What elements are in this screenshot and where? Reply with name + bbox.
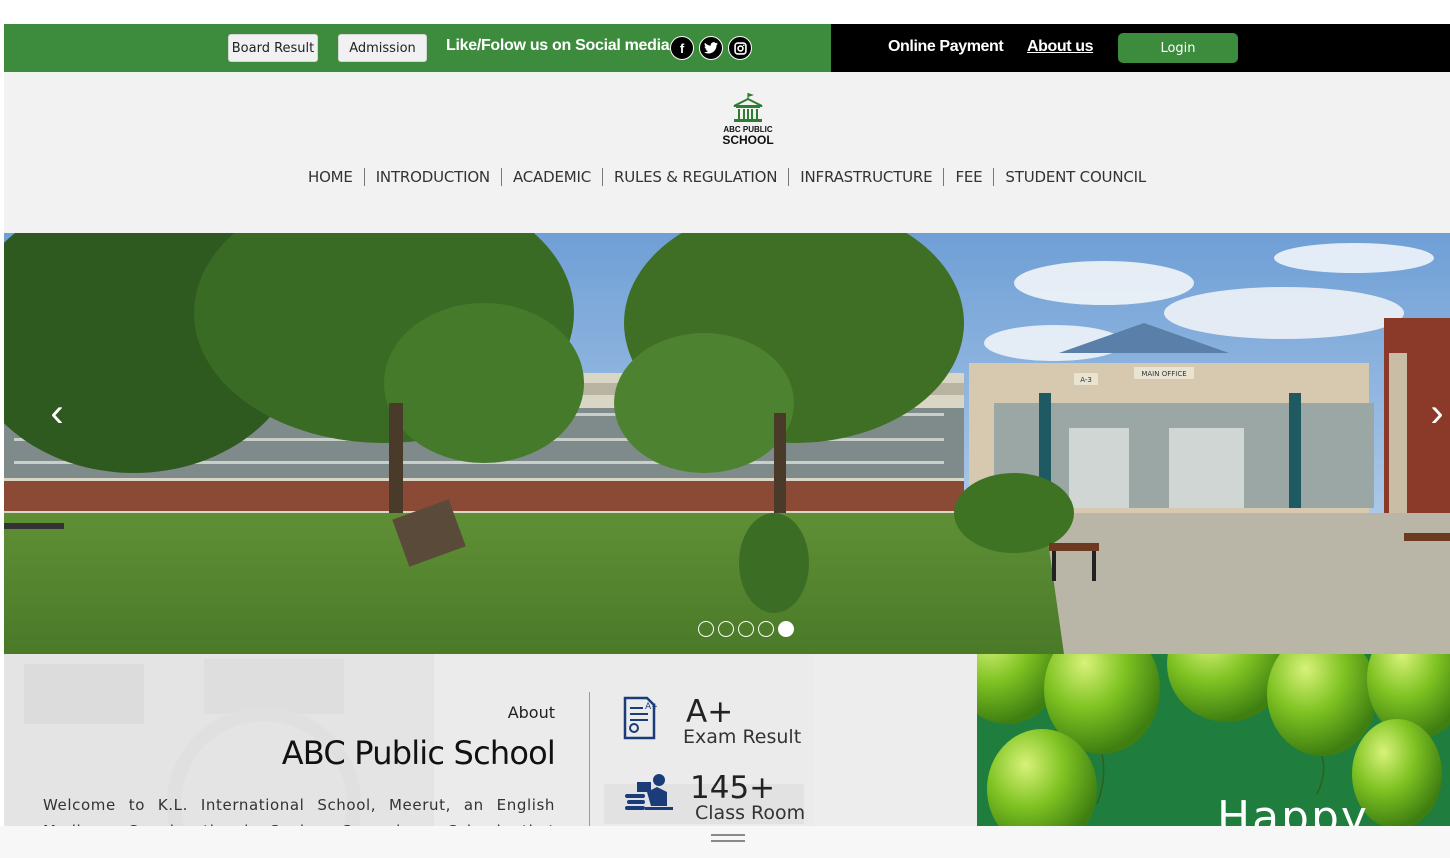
nav-fee[interactable]: FEE <box>944 168 995 186</box>
about-us-link[interactable]: About us <box>1027 38 1094 56</box>
facebook-icon[interactable]: f <box>670 36 694 60</box>
admission-button[interactable]: Admission <box>338 34 427 62</box>
top-bar: Board Result Admission Like/Folow us on … <box>4 24 1450 72</box>
school-logo[interactable]: ABC PUBLIC SCHOOL <box>717 92 779 150</box>
stat-classroom-label: Class Room <box>695 802 806 824</box>
classroom-icon <box>625 774 673 810</box>
slider-dot[interactable] <box>718 621 734 637</box>
drag-handle-icon[interactable] <box>711 834 745 842</box>
slider-dot[interactable] <box>758 621 774 637</box>
instagram-icon[interactable] <box>728 36 752 60</box>
site-header: ABC PUBLIC SCHOOL HOME INTRODUCTION ACAD… <box>4 72 1450 233</box>
svg-text:A+: A+ <box>645 702 657 712</box>
about-section: About ABC Public School Welcome to K.L. … <box>4 654 977 826</box>
slider-dot-active[interactable] <box>778 621 794 637</box>
about-label: About <box>507 703 555 722</box>
slider-prev-icon[interactable]: ‹ <box>42 388 72 438</box>
slider-next-icon[interactable]: › <box>1422 388 1450 438</box>
nav-home[interactable]: HOME <box>297 168 365 186</box>
slider-dot[interactable] <box>738 621 754 637</box>
hero-slider: MAIN OFFICE A-3 ‹ › <box>4 233 1450 654</box>
exam-result-icon: A+ <box>623 696 657 740</box>
board-result-button[interactable]: Board Result <box>228 34 318 62</box>
balloons-image <box>977 654 1450 826</box>
nav-rules-regulation[interactable]: RULES & REGULATION <box>603 168 790 186</box>
slider-dots <box>698 621 794 637</box>
online-payment-link[interactable]: Online Payment <box>888 38 1004 56</box>
main-nav: HOME INTRODUCTION ACADEMIC RULES & REGUL… <box>4 168 1450 186</box>
login-button[interactable]: Login <box>1118 33 1238 63</box>
about-description: Welcome to K.L. International School, Me… <box>43 796 555 826</box>
stat-exam-value: A+ <box>686 694 734 730</box>
stat-exam-label: Exam Result <box>683 726 802 748</box>
banner-text: Happy <box>1217 792 1369 826</box>
room-a3-sign: A-3 <box>1080 376 1092 384</box>
social-follow-text: Like/Folow us on Social media <box>446 37 670 54</box>
top-bar-right: Online Payment About us Login <box>831 24 1450 72</box>
about-title: ABC Public School <box>281 734 556 772</box>
nav-student-council[interactable]: STUDENT COUNCIL <box>994 168 1157 186</box>
nav-academic[interactable]: ACADEMIC <box>502 168 603 186</box>
stat-classroom-value: 145+ <box>690 770 776 806</box>
school-building-icon <box>733 93 763 122</box>
nav-introduction[interactable]: INTRODUCTION <box>365 168 502 186</box>
nav-infrastructure[interactable]: INFRASTRUCTURE <box>789 168 945 186</box>
main-office-sign: MAIN OFFICE <box>1141 370 1186 378</box>
twitter-icon[interactable] <box>699 36 723 60</box>
slider-dot[interactable] <box>698 621 714 637</box>
school-campus-photo: MAIN OFFICE A-3 <box>4 233 1450 654</box>
bottom-bar <box>0 826 1450 858</box>
top-bar-left: Board Result Admission Like/Folow us on … <box>4 24 831 72</box>
logo-text-bottom: SCHOOL <box>722 133 774 147</box>
birthday-banner[interactable]: Happy <box>977 654 1450 826</box>
about-divider <box>589 692 590 826</box>
